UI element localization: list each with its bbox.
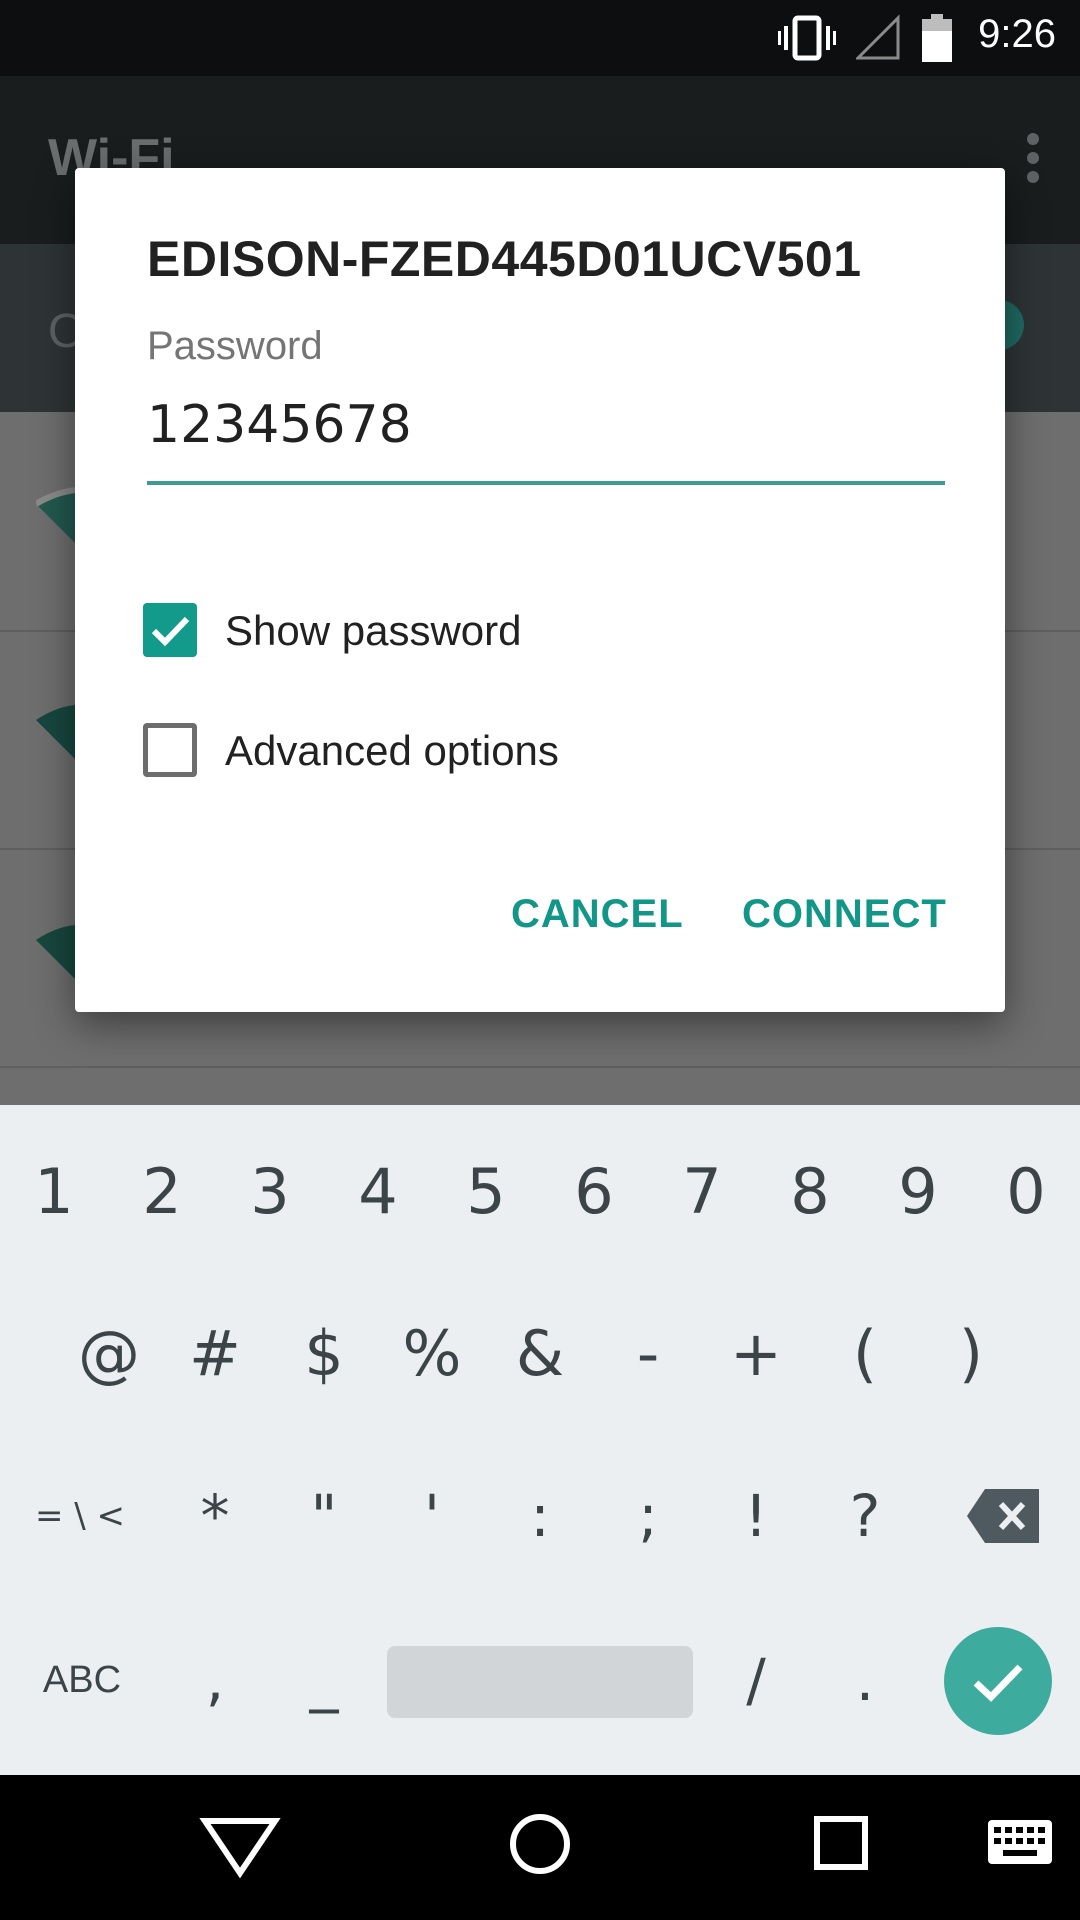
key-double-quote[interactable]: " (279, 1471, 369, 1561)
key-comma[interactable]: , (170, 1635, 260, 1725)
key-open-paren[interactable]: ( (820, 1309, 910, 1399)
key-6[interactable]: 6 (550, 1147, 638, 1237)
key-ampersand[interactable]: & (495, 1309, 585, 1399)
dialog-title: EDISON-FZED445D01UCV501 (147, 231, 862, 287)
home-circle-icon[interactable] (506, 1810, 574, 1878)
key-2[interactable]: 2 (118, 1147, 206, 1237)
recents-square-icon[interactable] (813, 1815, 869, 1871)
key-3[interactable]: 3 (226, 1147, 314, 1237)
key-4[interactable]: 4 (334, 1147, 422, 1237)
space-key[interactable] (387, 1646, 693, 1718)
key-8[interactable]: 8 (766, 1147, 854, 1237)
key-asterisk[interactable]: * (170, 1471, 260, 1561)
key-period[interactable]: . (820, 1635, 910, 1725)
show-password-checkbox[interactable] (143, 603, 197, 657)
show-password-label: Show password (225, 607, 522, 654)
back-triangle-icon[interactable] (198, 1815, 282, 1879)
battery-icon (922, 14, 952, 62)
key-dollar[interactable]: $ (279, 1309, 369, 1399)
keyboard-icon[interactable] (988, 1820, 1052, 1864)
key-slash[interactable]: / (711, 1635, 801, 1725)
backspace-icon[interactable] (965, 1487, 1041, 1545)
key-plus[interactable]: + (711, 1309, 801, 1399)
key-7[interactable]: 7 (658, 1147, 746, 1237)
key-abc[interactable]: ABC (22, 1635, 142, 1725)
key-minus[interactable]: - (603, 1309, 693, 1399)
key-more-symbols[interactable]: = \ < (20, 1471, 140, 1561)
wifi-password-dialog: EDISON-FZED445D01UCV501 Password Show pa… (75, 168, 1005, 1012)
key-at[interactable]: @ (64, 1309, 154, 1399)
key-underscore[interactable]: _ (279, 1635, 369, 1725)
key-question[interactable]: ? (820, 1471, 910, 1561)
vibrate-icon (778, 15, 836, 61)
key-1[interactable]: 1 (10, 1147, 98, 1237)
advanced-options-checkbox[interactable] (143, 723, 197, 777)
key-9[interactable]: 9 (874, 1147, 962, 1237)
key-close-paren[interactable]: ) (926, 1309, 1016, 1399)
checkmark-icon (973, 1664, 1023, 1702)
key-single-quote[interactable]: ' (387, 1471, 477, 1561)
symbol-keyboard: 1 2 3 4 5 6 7 8 9 0 @ # $ % & - + ( ) = … (0, 1105, 1080, 1775)
advanced-options-label: Advanced options (225, 727, 559, 774)
more-options-icon[interactable] (1026, 132, 1040, 184)
key-0[interactable]: 0 (982, 1147, 1070, 1237)
cell-signal-icon (856, 14, 900, 60)
navigation-bar (0, 1775, 1080, 1920)
password-input[interactable] (147, 390, 945, 460)
check-icon (151, 616, 190, 647)
password-label: Password (147, 324, 323, 368)
enter-key[interactable] (944, 1627, 1052, 1735)
status-bar: 9:26 (0, 0, 1080, 76)
clock: 9:26 (978, 12, 1056, 56)
cancel-button[interactable]: CANCEL (511, 892, 684, 937)
key-exclamation[interactable]: ! (711, 1471, 801, 1561)
key-5[interactable]: 5 (442, 1147, 530, 1237)
key-hash[interactable]: # (170, 1309, 260, 1399)
password-underline (147, 481, 945, 485)
key-semicolon[interactable]: ; (603, 1471, 693, 1561)
connect-button[interactable]: CONNECT (742, 892, 947, 937)
key-percent[interactable]: % (387, 1309, 477, 1399)
key-colon[interactable]: : (495, 1471, 585, 1561)
